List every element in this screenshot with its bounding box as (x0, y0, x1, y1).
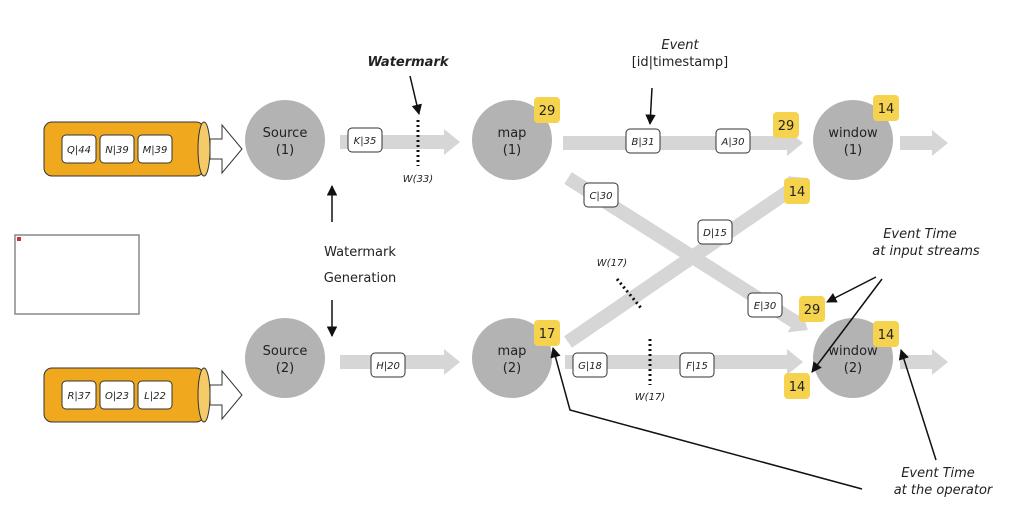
input-time-arrow-1 (826, 276, 877, 303)
time-badge-win1_in_top-value: 29 (778, 119, 795, 134)
watermark-generation-line1: Watermark (324, 245, 396, 260)
window-2-index: (2) (844, 361, 862, 376)
event-d-label: D|15 (703, 228, 727, 239)
map-2-index: (2) (503, 361, 521, 376)
time-badge-map1-value: 29 (539, 104, 556, 119)
source-1-label: Source (263, 126, 308, 141)
operator-time-annotation-line1: Event Time (901, 466, 975, 481)
event-annotation-format: [id|timestamp] (632, 55, 729, 70)
operator-time-annotation-line2: at the operator (894, 483, 994, 498)
map-1-index: (1) (503, 143, 521, 158)
queued-event-label: M|39 (143, 145, 168, 156)
event-k-label: K|35 (354, 136, 377, 147)
window-1-label: window (828, 126, 878, 141)
queued-event-label: N|39 (105, 145, 129, 156)
stream-map1-window1 (563, 130, 803, 156)
window-2-label: window (828, 344, 878, 359)
event-f-label: F|15 (686, 361, 708, 372)
watermark-generation-line2: Generation (324, 271, 397, 286)
event-e-label: E|30 (754, 301, 776, 312)
stream-window1-out (900, 130, 948, 156)
watermark-w17-bottom-label: W(17) (635, 392, 665, 403)
event-a-label: A|30 (721, 137, 745, 148)
watermark-w33-label: W(33) (403, 174, 433, 185)
time-badge-win2_in_bottom-value: 14 (789, 380, 806, 395)
queued-event-label: L|22 (144, 391, 166, 402)
input-time-annotation-line1: Event Time (883, 227, 957, 242)
queue-end-cap (197, 367, 211, 423)
event-h-label: H|20 (376, 361, 400, 372)
watermark-w17-diagonal-label: W(17) (597, 258, 627, 269)
window-1-index: (1) (844, 143, 862, 158)
event-c-label: C|30 (589, 191, 612, 202)
watermark-pointer-arrow (409, 75, 422, 116)
watermark-diagram: Q|44 N|39 M|39 R|37 O|23 L|22 Source (1) Source (… (14, 38, 994, 498)
time-badge-win1_in_cross-value: 14 (789, 185, 806, 200)
time-badge-win2_op-value: 14 (878, 328, 895, 343)
map-1-label: map (498, 126, 527, 141)
event-b-label: B|31 (632, 137, 655, 148)
hollow-arrow-icon (209, 369, 243, 421)
queued-event-label: O|23 (105, 391, 129, 402)
time-badge-win2_in_cross-value: 29 (804, 303, 821, 318)
queue-end-cap (197, 121, 211, 177)
broken-image-frame (14, 234, 140, 315)
hollow-arrow-icon (209, 123, 243, 175)
watermark-annotation: Watermark (367, 55, 449, 70)
event-pointer-arrow (645, 87, 656, 126)
source-2-label: Source (263, 344, 308, 359)
event-annotation-title: Event (661, 38, 699, 53)
time-badge-map2-value: 17 (539, 327, 556, 342)
queued-event-label: Q|44 (67, 145, 91, 156)
source-2-index: (2) (276, 361, 294, 376)
map-2-label: map (498, 344, 527, 359)
queued-event-label: R|37 (67, 391, 91, 402)
broken-image-icon (17, 237, 21, 241)
input-time-annotation-line2: at input streams (872, 244, 980, 259)
time-badge-win1_op-value: 14 (878, 102, 895, 117)
source-1-index: (1) (276, 143, 294, 158)
event-g-label: G|18 (578, 361, 602, 372)
